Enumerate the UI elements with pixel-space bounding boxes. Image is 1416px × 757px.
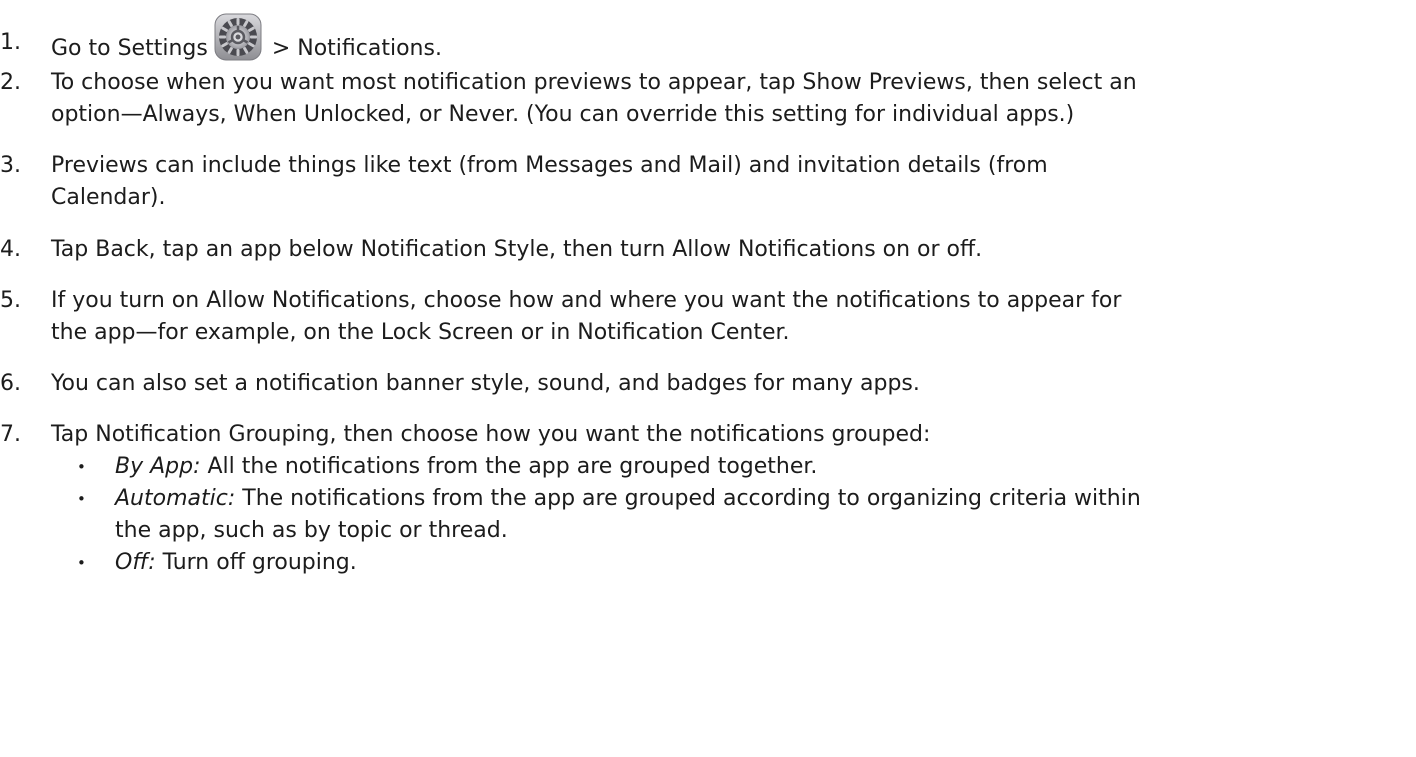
step-number: 2.	[0, 70, 21, 95]
grouping-option-term: Off:	[115, 550, 156, 575]
grouping-option-description: Turn off grouping.	[162, 550, 357, 575]
grouping-option-line: By App: All the notifications from the a…	[115, 451, 1405, 483]
bullet-icon: •	[77, 554, 86, 572]
step-text-line: If you turn on Allow Notifications, choo…	[51, 288, 1122, 313]
settings-gear-icon	[214, 13, 262, 71]
step-number: 5.	[0, 288, 21, 313]
step-text-line: the app—for example, on the Lock Screen …	[51, 320, 790, 345]
grouping-option-description: The notifications from the app are group…	[242, 486, 1141, 511]
step-text: You can also set a notification banner s…	[51, 368, 1401, 400]
step-text-line: option—Always, When Unlocked, or Never. …	[51, 102, 1075, 127]
step-text: Tap Notification Grouping, then choose h…	[51, 419, 1401, 451]
step-text: Go to Settings > Notifications.	[51, 13, 1401, 71]
step-text: If you turn on Allow Notifications, choo…	[51, 285, 1401, 349]
step-text: Previews can include things like text (f…	[51, 150, 1401, 214]
step-text-line: Tap Back, tap an app below Notification …	[51, 237, 983, 262]
grouping-option-text: By App: All the notifications from the a…	[115, 451, 1405, 483]
bullet-icon: •	[77, 458, 86, 476]
step-text-line: Calendar).	[51, 185, 166, 210]
grouping-option-term: Automatic:	[115, 486, 236, 511]
step-number: 1.	[0, 30, 21, 55]
grouping-option-line: Automatic: The notifications from the ap…	[115, 483, 1405, 515]
step-text-after-icon: > Notifications.	[271, 36, 442, 61]
step-number: 3.	[0, 153, 21, 178]
grouping-option-description: All the notifications from the app are g…	[207, 454, 818, 479]
instructions-document: 1. Go to Settings > Notifications. 2. To…	[0, 0, 1416, 757]
step-number: 6.	[0, 371, 21, 396]
bullet-icon: •	[77, 490, 86, 508]
grouping-option-term: By App:	[115, 454, 201, 479]
step-text-before-icon: Go to Settings	[51, 36, 208, 61]
step-text-line: You can also set a notification banner s…	[51, 371, 920, 396]
grouping-option-line: the app, such as by topic or thread.	[115, 518, 508, 543]
step-text-line: Tap Notification Grouping, then choose h…	[51, 422, 931, 447]
step-text-line: To choose when you want most notificatio…	[51, 70, 1137, 95]
step-text: To choose when you want most notificatio…	[51, 67, 1401, 131]
step-text-line: Previews can include things like text (f…	[51, 153, 1048, 178]
grouping-option-text: Automatic: The notifications from the ap…	[115, 483, 1405, 547]
step-number: 4.	[0, 237, 21, 262]
grouping-option-line: Off: Turn off grouping.	[115, 547, 1405, 579]
step-text: Tap Back, tap an app below Notification …	[51, 234, 1401, 266]
step-number: 7.	[0, 422, 21, 447]
grouping-option-text: Off: Turn off grouping.	[115, 547, 1405, 579]
